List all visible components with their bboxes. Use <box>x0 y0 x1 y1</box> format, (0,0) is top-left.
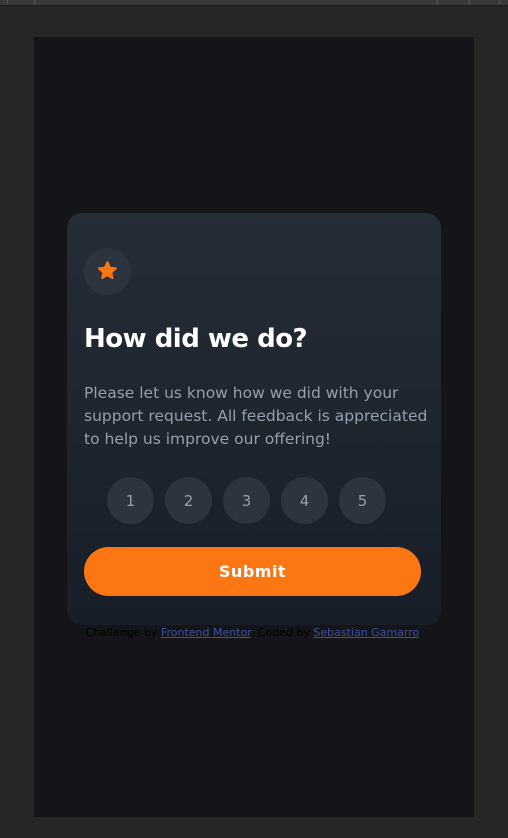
strip-tick <box>499 0 500 4</box>
rating-button-3[interactable]: 3 <box>223 477 270 524</box>
rating-card: How did we do? Please let us know how we… <box>67 213 441 625</box>
strip-tick <box>469 0 470 4</box>
strip-tick <box>7 0 8 4</box>
attribution-middle: . Coded by <box>250 626 310 639</box>
strip-tick <box>34 0 35 4</box>
rating-button-2[interactable]: 2 <box>165 477 212 524</box>
star-badge <box>84 248 131 295</box>
rating-options: 1 2 3 4 5 <box>107 477 386 524</box>
browser-top-strip <box>0 0 508 6</box>
page-viewport: How did we do? Please let us know how we… <box>34 37 474 817</box>
submit-button[interactable]: Submit <box>84 547 421 596</box>
attribution: Challenge by Frontend Mentor. Coded by S… <box>34 626 474 639</box>
star-icon <box>97 260 117 283</box>
rating-button-5[interactable]: 5 <box>339 477 386 524</box>
attribution-prefix: Challenge by <box>85 626 158 639</box>
strip-tick <box>437 0 438 4</box>
rating-button-1[interactable]: 1 <box>107 477 154 524</box>
star-icon-svg <box>97 260 117 279</box>
card-description: Please let us know how we did with your … <box>84 384 428 448</box>
frontend-mentor-link[interactable]: Frontend Mentor <box>161 626 251 639</box>
rating-button-4[interactable]: 4 <box>281 477 328 524</box>
author-link[interactable]: Sebastian Gamarro <box>313 626 419 639</box>
attribution-suffix: . <box>419 626 423 639</box>
card-title: How did we do? <box>84 324 308 354</box>
